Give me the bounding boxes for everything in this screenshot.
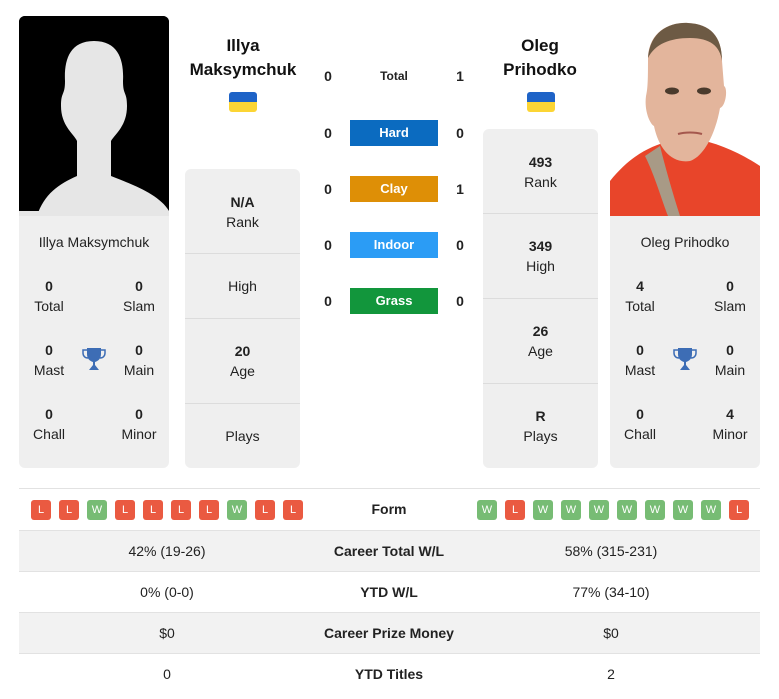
- form-loss-badge[interactable]: L: [283, 500, 303, 520]
- form-win-badge[interactable]: W: [533, 500, 553, 520]
- titles-chall: 0 Chall: [624, 406, 656, 442]
- form-loss-badge[interactable]: L: [59, 500, 79, 520]
- form-loss-badge[interactable]: L: [199, 500, 219, 520]
- player-right-info-card: 493 Rank 349 High 26 Age R Plays: [483, 129, 598, 468]
- player-left-info-card: N/A Rank High 20 Age Plays: [185, 169, 300, 468]
- form-loss-badge[interactable]: L: [31, 500, 51, 520]
- titles-mast: 0 Mast: [624, 342, 656, 378]
- silhouette-avatar-icon: [19, 16, 169, 216]
- titles-total: 0 Total: [34, 278, 64, 314]
- form-loss-badge[interactable]: L: [255, 500, 275, 520]
- stat-row-ytd-wl: 0% (0-0) YTD W/L 77% (34-10): [19, 571, 760, 612]
- player-right-titles-card: Oleg Prihodko 4 Total 0 Slam 0 Mast 0 Ma…: [610, 216, 760, 468]
- titles-slam: 0 Slam: [123, 278, 155, 314]
- form-win-badge[interactable]: W: [589, 500, 609, 520]
- form-row: LLWLLLLWLL Form WLWWWWWWWL: [19, 489, 760, 530]
- form-right-badges: WLWWWWWWWL: [477, 500, 749, 520]
- info-plays: Plays: [185, 403, 300, 468]
- titles-main: 0 Main: [714, 342, 746, 378]
- surface-hard-badge[interactable]: Hard: [350, 120, 438, 146]
- form-loss-badge[interactable]: L: [729, 500, 749, 520]
- stat-row-career-prize-money: $0 Career Prize Money $0: [19, 612, 760, 653]
- stat-row-ytd-titles: 0 YTD Titles 2: [19, 653, 760, 694]
- surface-indoor-badge[interactable]: Indoor: [350, 232, 438, 258]
- info-high: 349 High: [483, 213, 598, 298]
- form-win-badge[interactable]: W: [701, 500, 721, 520]
- form-loss-badge[interactable]: L: [115, 500, 135, 520]
- form-win-badge[interactable]: W: [645, 500, 665, 520]
- player-photo-image: [610, 16, 760, 216]
- form-win-badge[interactable]: W: [477, 500, 497, 520]
- surface-grass-badge[interactable]: Grass: [350, 288, 438, 314]
- surface-clay-badge[interactable]: Clay: [350, 176, 438, 202]
- form-left-badges: LLWLLLLWLL: [31, 500, 303, 520]
- h2h-row-hard: 0 Hard 0: [318, 120, 470, 146]
- form-win-badge[interactable]: W: [87, 500, 107, 520]
- form-loss-badge[interactable]: L: [171, 500, 191, 520]
- form-loss-badge[interactable]: L: [143, 500, 163, 520]
- titles-minor: 4 Minor: [712, 406, 748, 442]
- trophy-icon: [673, 348, 697, 370]
- titles-total: 4 Total: [625, 278, 655, 314]
- ukraine-flag-icon: [229, 92, 257, 112]
- titles-minor: 0 Minor: [121, 406, 157, 442]
- player-right-full-name[interactable]: Oleg Prihodko: [610, 234, 760, 250]
- h2h-row-grass: 0 Grass 0: [318, 288, 470, 314]
- player-left-name-heading[interactable]: Illya Maksymchuk: [183, 34, 303, 82]
- stat-row-career-total-wl: 42% (19-26) Career Total W/L 58% (315-23…: [19, 530, 760, 571]
- titles-slam: 0 Slam: [714, 278, 746, 314]
- h2h-row-total: 0 Total 1: [324, 68, 464, 84]
- info-age: 26 Age: [483, 298, 598, 383]
- form-loss-badge[interactable]: L: [505, 500, 525, 520]
- titles-mast: 0 Mast: [33, 342, 65, 378]
- ukraine-flag-icon: [527, 92, 555, 112]
- form-label: Form: [371, 501, 407, 517]
- form-win-badge[interactable]: W: [673, 500, 693, 520]
- form-win-badge[interactable]: W: [561, 500, 581, 520]
- titles-main: 0 Main: [123, 342, 155, 378]
- player-right-name-heading[interactable]: Oleg Prihodko: [480, 34, 600, 82]
- player-right-photo: [610, 16, 760, 216]
- form-win-badge[interactable]: W: [227, 500, 247, 520]
- info-rank: N/A Rank: [226, 193, 259, 230]
- trophy-icon: [82, 348, 106, 370]
- titles-chall: 0 Chall: [33, 406, 65, 442]
- player-left-full-name[interactable]: Illya Maksymchuk: [19, 234, 169, 250]
- form-win-badge[interactable]: W: [617, 500, 637, 520]
- player-left-photo: [19, 16, 169, 216]
- info-rank: 493 Rank: [524, 153, 557, 190]
- info-age: 20 Age: [185, 318, 300, 403]
- info-plays: R Plays: [483, 383, 598, 468]
- player-left-titles-card: Illya Maksymchuk 0 Total 0 Slam 0 Mast 0…: [19, 216, 169, 468]
- h2h-row-clay: 0 Clay 1: [318, 176, 470, 202]
- h2h-row-indoor: 0 Indoor 0: [318, 232, 470, 258]
- info-high: High: [185, 253, 300, 318]
